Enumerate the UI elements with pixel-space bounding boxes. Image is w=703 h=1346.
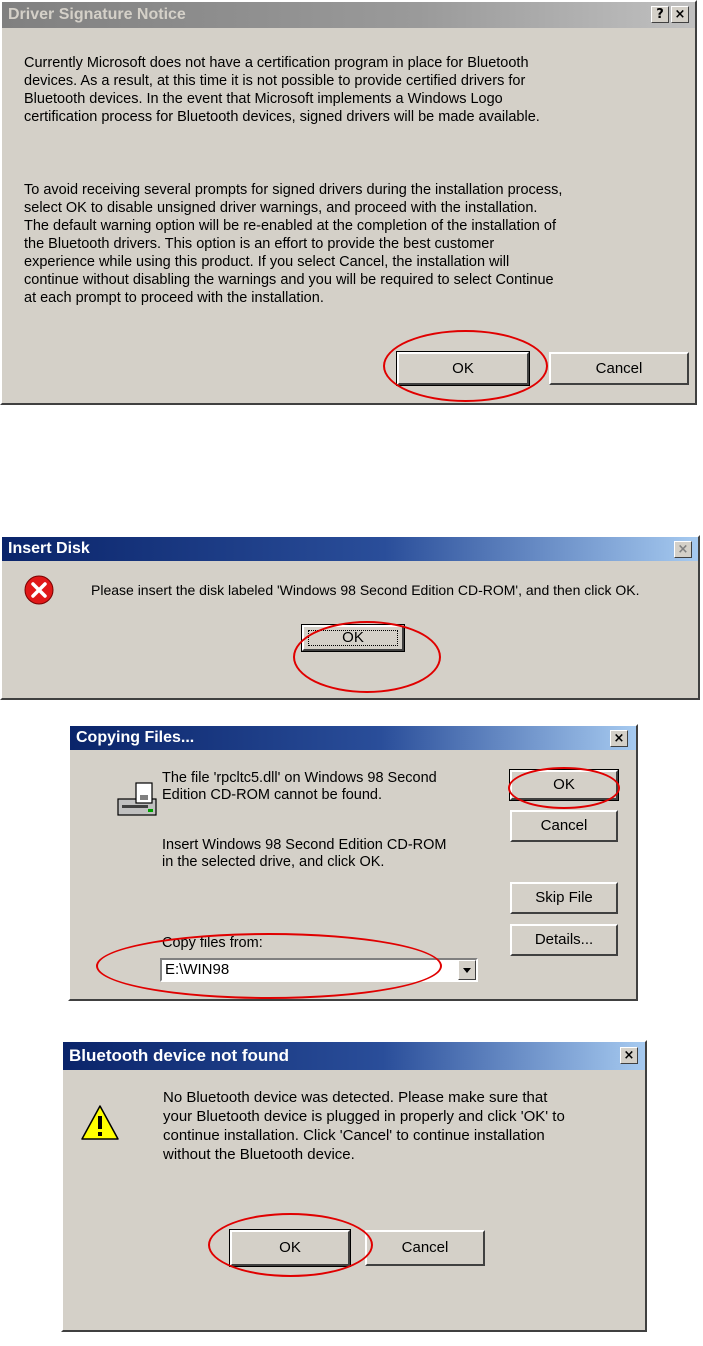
copy-from-combobox[interactable]: E:\WIN98 [160, 958, 478, 982]
close-button[interactable]: × [620, 1047, 638, 1064]
details-button-label: Details... [534, 931, 594, 948]
dialog-title: Driver Signature Notice [8, 6, 186, 23]
ok-button[interactable]: OK [396, 351, 530, 386]
text-line: devices. As a result, at this time it is… [24, 73, 526, 89]
cancel-button-label: Cancel [401, 1239, 449, 1256]
driver-signature-dialog: Driver Signature Notice ? × Currently Mi… [0, 0, 697, 405]
text-line: Insert Windows 98 Second Edition CD-ROM [162, 837, 447, 853]
text-line: The file 'rpcltc5.dll' on Windows 98 Sec… [162, 770, 437, 786]
driver-signature-paragraph-2: To avoid receiving several prompts for s… [24, 181, 694, 307]
dialog-title: Insert Disk [8, 540, 90, 557]
insert-disk-dialog: Insert Disk × Please insert the disk lab… [0, 535, 700, 700]
skip-file-button-label: Skip File [535, 889, 593, 906]
insert-disk-message: Please insert the disk labeled 'Windows … [91, 582, 640, 598]
help-button[interactable]: ? [651, 6, 669, 23]
text-line: the Bluetooth drivers. This option is an… [24, 236, 495, 252]
floppy-drive-icon [116, 781, 160, 821]
text-line: certification process for Bluetooth devi… [24, 109, 540, 125]
text-line: continue installation. Click 'Cancel' to… [163, 1127, 545, 1144]
ok-button-label: OK [553, 776, 575, 793]
text-line: The default warning option will be re-en… [24, 218, 556, 234]
error-icon [24, 575, 54, 605]
text-line: Currently Microsoft does not have a cert… [24, 55, 529, 71]
cancel-button[interactable]: Cancel [549, 352, 689, 385]
cancel-button-label: Cancel [540, 817, 588, 834]
driver-signature-titlebar[interactable]: Driver Signature Notice [2, 2, 695, 28]
warning-icon [80, 1104, 120, 1142]
text-line: Bluetooth devices. In the event that Mic… [24, 91, 503, 107]
driver-signature-paragraph-1: Currently Microsoft does not have a cert… [24, 54, 694, 126]
close-button[interactable]: × [610, 730, 628, 747]
text-line: without the Bluetooth device. [163, 1146, 355, 1163]
dropdown-button[interactable] [458, 960, 476, 980]
focus-rect [308, 630, 398, 646]
ok-button[interactable]: OK [301, 624, 405, 652]
ok-button[interactable]: OK [229, 1229, 351, 1267]
cancel-button[interactable]: Cancel [365, 1230, 485, 1266]
bluetooth-not-found-titlebar[interactable]: Bluetooth device not found [63, 1042, 645, 1070]
ok-button[interactable]: OK [509, 769, 619, 801]
details-button[interactable]: Details... [510, 924, 618, 956]
copy-from-label: Copy files from: [162, 935, 263, 951]
text-line: To avoid receiving several prompts for s… [24, 182, 563, 198]
copying-files-message-1: The file 'rpcltc5.dll' on Windows 98 Sec… [162, 770, 437, 804]
cancel-button-label: Cancel [595, 360, 643, 377]
copying-files-titlebar[interactable]: Copying Files... [70, 726, 636, 750]
text-line: continue without disabling the warnings … [24, 272, 554, 288]
close-button[interactable]: × [674, 541, 692, 558]
bluetooth-not-found-message: No Bluetooth device was detected. Please… [163, 1088, 565, 1164]
cancel-button[interactable]: Cancel [510, 810, 618, 842]
text-line: your Bluetooth device is plugged in prop… [163, 1108, 565, 1125]
dialog-title: Bluetooth device not found [69, 1046, 290, 1065]
ok-button-label: OK [279, 1239, 301, 1256]
skip-file-button[interactable]: Skip File [510, 882, 618, 914]
ok-button-label: OK [452, 360, 474, 377]
copying-files-dialog: Copying Files... × The file 'rpcltc5.dll… [68, 724, 638, 1001]
close-button[interactable]: × [671, 6, 689, 23]
text-line: experience while using this product. If … [24, 254, 510, 270]
chevron-down-icon [463, 968, 471, 973]
copying-files-message-2: Insert Windows 98 Second Edition CD-ROM … [162, 837, 446, 871]
text-line: in the selected drive, and click OK. [162, 854, 385, 870]
copy-from-value: E:\WIN98 [165, 961, 230, 978]
text-line: at each prompt to proceed with the insta… [24, 290, 324, 306]
bluetooth-not-found-dialog: Bluetooth device not found × No Bluetoot… [61, 1040, 647, 1332]
text-line: No Bluetooth device was detected. Please… [163, 1089, 548, 1106]
text-line: select OK to disable unsigned driver war… [24, 200, 538, 216]
text-line: Edition CD-ROM cannot be found. [162, 787, 383, 803]
dialog-title: Copying Files... [76, 729, 195, 746]
insert-disk-titlebar[interactable]: Insert Disk [2, 537, 698, 561]
